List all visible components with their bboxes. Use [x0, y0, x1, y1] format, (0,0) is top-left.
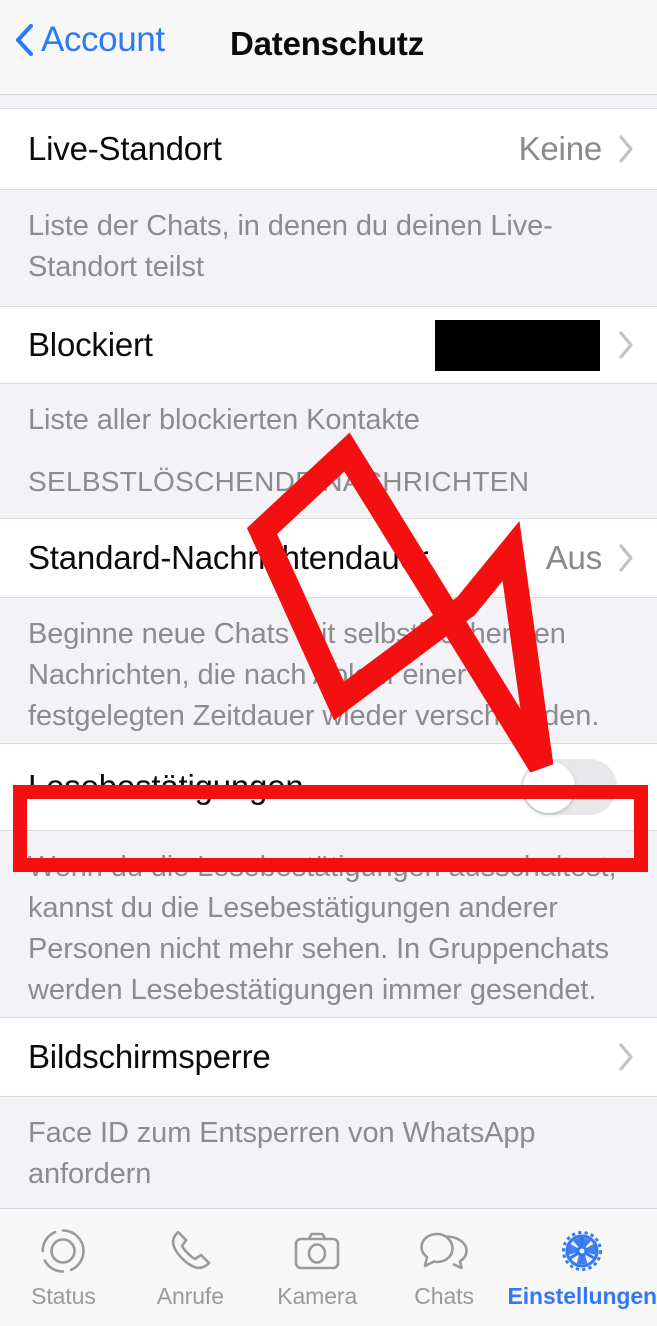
- list-top-spacer: [0, 95, 657, 108]
- read-receipts-toggle[interactable]: [521, 759, 617, 815]
- row-live-location-label: Live-Standort: [28, 130, 222, 167]
- chevron-right-icon: [619, 331, 633, 359]
- row-live-location[interactable]: Live-Standort Keine: [0, 108, 657, 190]
- row-default-message-timer-label: Standard-Nachrichtendauer: [28, 539, 429, 576]
- tab-calls-label: Anrufe: [156, 1283, 224, 1309]
- footer-default-message-timer: Beginne neue Chats mit selbstlöschenden …: [0, 598, 657, 743]
- tab-calls[interactable]: Anrufe: [127, 1209, 254, 1326]
- settings-list: Live-Standort Keine Liste der Chats, in …: [0, 95, 657, 1190]
- phone-icon: [172, 1230, 211, 1270]
- chevron-right-icon: [619, 544, 633, 572]
- redacted-value-box: [435, 319, 600, 371]
- row-read-receipts-label: Lesebestätigungen: [28, 768, 304, 805]
- footer-live-location: Liste der Chats, in denen du deinen Live…: [0, 190, 657, 306]
- camera-icon: [294, 1232, 340, 1270]
- chevron-left-icon: [15, 23, 34, 56]
- tab-status-label: Status: [31, 1283, 96, 1309]
- footer-blocked: Liste aller blockierten Kontakte: [0, 384, 657, 440]
- row-blocked[interactable]: Blockiert: [0, 306, 657, 384]
- row-live-location-value: Keine: [518, 130, 603, 167]
- footer-screen-lock: Face ID zum Entsperren von WhatsApp anfo…: [0, 1097, 657, 1190]
- section-header-disappearing-messages: SELBSTLÖSCHENDE NACHRICHTEN: [0, 440, 657, 518]
- row-blocked-label: Blockiert: [28, 326, 153, 363]
- tab-camera-label: Kamera: [277, 1283, 358, 1309]
- toggle-knob: [523, 761, 575, 813]
- tab-status[interactable]: Status: [0, 1209, 127, 1326]
- tab-bar: Status Anrufe Kamera Chats Einstellungen: [0, 1208, 657, 1326]
- footer-read-receipts: Wenn du die Lesebestätigungen ausschalte…: [0, 831, 657, 1017]
- row-screen-lock-label: Bildschirmsperre: [28, 1038, 271, 1075]
- navigation-bar: Account Datenschutz: [0, 0, 657, 95]
- tab-chats[interactable]: Chats: [381, 1209, 508, 1326]
- tab-chats-label: Chats: [414, 1283, 474, 1309]
- tab-settings[interactable]: Einstellungen: [508, 1209, 657, 1326]
- gear-icon: [562, 1231, 603, 1271]
- tab-camera[interactable]: Kamera: [254, 1209, 381, 1326]
- row-default-message-timer[interactable]: Standard-Nachrichtendauer Aus: [0, 518, 657, 598]
- back-button[interactable]: Account: [14, 22, 165, 57]
- row-read-receipts[interactable]: Lesebestätigungen: [0, 743, 657, 831]
- phone-screen: Account Datenschutz Live-Standort Keine …: [0, 0, 657, 1326]
- chevron-right-icon: [619, 1043, 633, 1071]
- chat-bubbles-icon: [420, 1232, 468, 1270]
- row-screen-lock[interactable]: Bildschirmsperre: [0, 1017, 657, 1097]
- status-rings-icon: [41, 1229, 86, 1273]
- chevron-right-icon: [619, 135, 633, 163]
- row-default-message-timer-value: Aus: [545, 539, 602, 576]
- page-title: Datenschutz: [230, 25, 424, 62]
- tab-settings-label: Einstellungen: [507, 1283, 657, 1309]
- back-button-label: Account: [41, 20, 165, 59]
